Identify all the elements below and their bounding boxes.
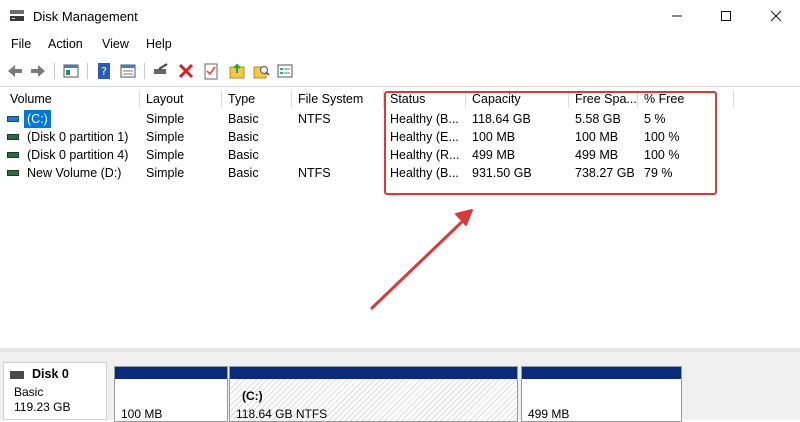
menu-file[interactable]: File	[11, 37, 31, 51]
menu-bar: File Action View Help	[0, 34, 800, 54]
partition-title: (C:)	[242, 389, 263, 403]
partition-c[interactable]: (C:) 118.64 GB NTFS	[229, 366, 518, 422]
column-header-free-space[interactable]: Free Spa...	[569, 90, 638, 108]
forward-arrow-icon[interactable]	[28, 61, 48, 81]
capacity-cell: 118.64 GB	[472, 112, 531, 126]
table-row[interactable]: (C:) Simple Basic NTFS Healthy (B... 118…	[0, 110, 800, 128]
menu-view[interactable]: View	[102, 37, 129, 51]
free-space-cell: 5.58 GB	[575, 112, 621, 126]
delete-icon[interactable]	[176, 61, 196, 81]
column-header-volume[interactable]: Volume	[4, 90, 140, 108]
partition-bar	[230, 367, 517, 379]
volume-name: (C:)	[24, 110, 51, 128]
maximize-icon	[721, 10, 731, 21]
percent-free-cell: 5 %	[644, 112, 666, 126]
svg-text:?: ?	[101, 65, 107, 78]
percent-free-cell: 79 %	[644, 166, 673, 180]
close-icon	[770, 10, 782, 22]
maximize-button[interactable]	[714, 4, 738, 28]
menu-action[interactable]: Action	[48, 37, 83, 51]
partition-bar	[115, 367, 227, 379]
column-header-capacity[interactable]: Capacity	[466, 90, 569, 108]
column-header-status[interactable]: Status	[384, 90, 466, 108]
annotation-arrow-icon	[370, 209, 473, 310]
volume-icon	[7, 116, 19, 122]
volume-name: (Disk 0 partition 1)	[27, 130, 129, 144]
file-system-cell	[292, 128, 384, 146]
connect-drive-icon[interactable]	[151, 61, 171, 81]
volume-icon	[7, 134, 19, 140]
status-cell: Healthy (E...	[390, 130, 459, 144]
free-space-cell: 499 MB	[575, 148, 619, 162]
partition-recovery[interactable]: 499 MB	[521, 366, 682, 422]
column-header-file-system[interactable]: File System	[292, 90, 384, 108]
disk-size: 119.23 GB	[14, 400, 71, 414]
type-cell: Basic	[228, 148, 259, 162]
capacity-cell: 931.50 GB	[472, 166, 532, 180]
disk-0-label[interactable]: Disk 0 Basic 119.23 GB	[3, 362, 107, 420]
layout-cell: Simple	[146, 130, 185, 144]
column-header-type[interactable]: Type	[222, 90, 292, 108]
partition-efi[interactable]: 100 MB	[114, 366, 228, 422]
volume-name: New Volume (D:)	[27, 166, 122, 180]
partition-size: 499 MB	[528, 407, 570, 421]
toolbar-separator	[87, 63, 88, 79]
disk-type: Basic	[14, 385, 44, 399]
status-cell: Healthy (B...	[390, 166, 459, 180]
status-cell: Healthy (B...	[390, 112, 459, 126]
table-row[interactable]: New Volume (D:) Simple Basic NTFS Health…	[0, 164, 800, 182]
title-bar: Disk Management	[0, 0, 800, 32]
file-system-cell: NTFS	[298, 112, 331, 126]
minimize-button[interactable]	[665, 4, 689, 28]
minimize-icon	[672, 15, 682, 17]
column-header-layout[interactable]: Layout	[140, 90, 222, 108]
layout-cell: Simple	[146, 112, 185, 126]
toolbar-separator	[54, 63, 55, 79]
volume-icon	[7, 170, 19, 176]
file-system-cell: NTFS	[298, 166, 331, 180]
toolbar-separator	[144, 63, 145, 79]
menu-help[interactable]: Help	[146, 37, 172, 51]
free-space-cell: 100 MB	[575, 130, 619, 144]
disk-icon	[10, 371, 24, 379]
volume-icon	[7, 152, 19, 158]
back-arrow-icon[interactable]	[5, 61, 25, 81]
disk-name: Disk 0	[32, 367, 69, 381]
layout-cell: Simple	[146, 148, 185, 162]
type-cell: Basic	[228, 166, 259, 180]
disk-graphical-pane: Disk 0 Basic 119.23 GB 100 MB (C:) 118.6…	[0, 352, 800, 422]
column-header-percent-free[interactable]: % Free	[638, 90, 734, 108]
partition-size: 118.64 GB NTFS	[236, 407, 328, 421]
console-tree-icon[interactable]	[61, 61, 81, 81]
window-title: Disk Management	[33, 9, 138, 24]
percent-free-cell: 100 %	[644, 148, 680, 162]
close-button[interactable]	[764, 4, 788, 28]
table-row[interactable]: (Disk 0 partition 1) Simple Basic Health…	[0, 128, 800, 146]
column-headers: Volume Layout Type File System Status Ca…	[0, 90, 800, 109]
type-cell: Basic	[228, 130, 259, 144]
status-cell: Healthy (R...	[390, 148, 460, 162]
table-row[interactable]: (Disk 0 partition 4) Simple Basic Health…	[0, 146, 800, 164]
partition-size: 100 MB	[121, 407, 163, 421]
help-icon[interactable]: ?	[94, 61, 114, 81]
layout-cell: Simple	[146, 166, 185, 180]
checklist-icon[interactable]	[201, 61, 221, 81]
capacity-cell: 499 MB	[472, 148, 516, 162]
new-folder-icon[interactable]	[227, 61, 247, 81]
properties-list-icon[interactable]	[118, 61, 138, 81]
percent-free-cell: 100 %	[644, 130, 680, 144]
capacity-cell: 100 MB	[472, 130, 516, 144]
free-space-cell: 738.27 GB	[575, 166, 635, 180]
volume-name: (Disk 0 partition 4)	[27, 148, 129, 162]
toolbar: ?	[0, 58, 800, 87]
type-cell: Basic	[228, 112, 259, 126]
search-folder-icon[interactable]	[251, 61, 271, 81]
file-system-cell	[292, 146, 384, 164]
disk-management-icon	[10, 10, 24, 21]
settings-panel-icon[interactable]	[275, 61, 295, 81]
partition-bar	[522, 367, 681, 379]
